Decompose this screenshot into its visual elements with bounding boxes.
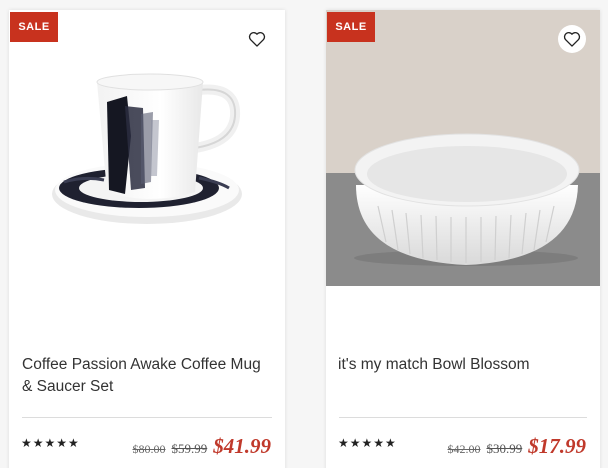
- rating-stars: ★★★★★: [338, 436, 397, 450]
- sale-price: $17.99: [528, 434, 586, 458]
- wishlist-button[interactable]: [558, 25, 586, 53]
- sale-price: $41.99: [213, 434, 271, 458]
- coffee-mug-saucer-image: [52, 73, 242, 224]
- heart-outline-icon: [563, 31, 581, 47]
- original-price: $80.00: [132, 442, 166, 456]
- divider: [22, 417, 272, 418]
- price-group: $80.00 $59.99 $41.99: [133, 434, 272, 459]
- heart-outline-icon: [248, 31, 266, 47]
- product-title[interactable]: Coffee Passion Awake Coffee Mug & Saucer…: [22, 354, 274, 398]
- bowl-image: [354, 133, 580, 266]
- product-title[interactable]: it's my match Bowl Blossom: [338, 354, 590, 376]
- sale-badge: SALE: [327, 12, 375, 42]
- product-image[interactable]: [9, 10, 285, 286]
- product-card[interactable]: SALE Coffee Passion Awake Coffee Mug & S…: [9, 10, 285, 468]
- was-price: $30.99: [486, 441, 523, 456]
- was-price: $59.99: [171, 441, 208, 456]
- rating-stars: ★★★★★: [21, 436, 80, 450]
- wishlist-button[interactable]: [243, 25, 271, 53]
- sale-badge: SALE: [10, 12, 58, 42]
- original-price: $42.00: [447, 442, 481, 456]
- product-image[interactable]: [326, 10, 600, 286]
- price-group: $42.00 $30.99 $17.99: [448, 434, 587, 459]
- divider: [339, 417, 587, 418]
- product-card[interactable]: SALE it's my match Bowl Blossom ★★★★★ $4…: [326, 10, 600, 468]
